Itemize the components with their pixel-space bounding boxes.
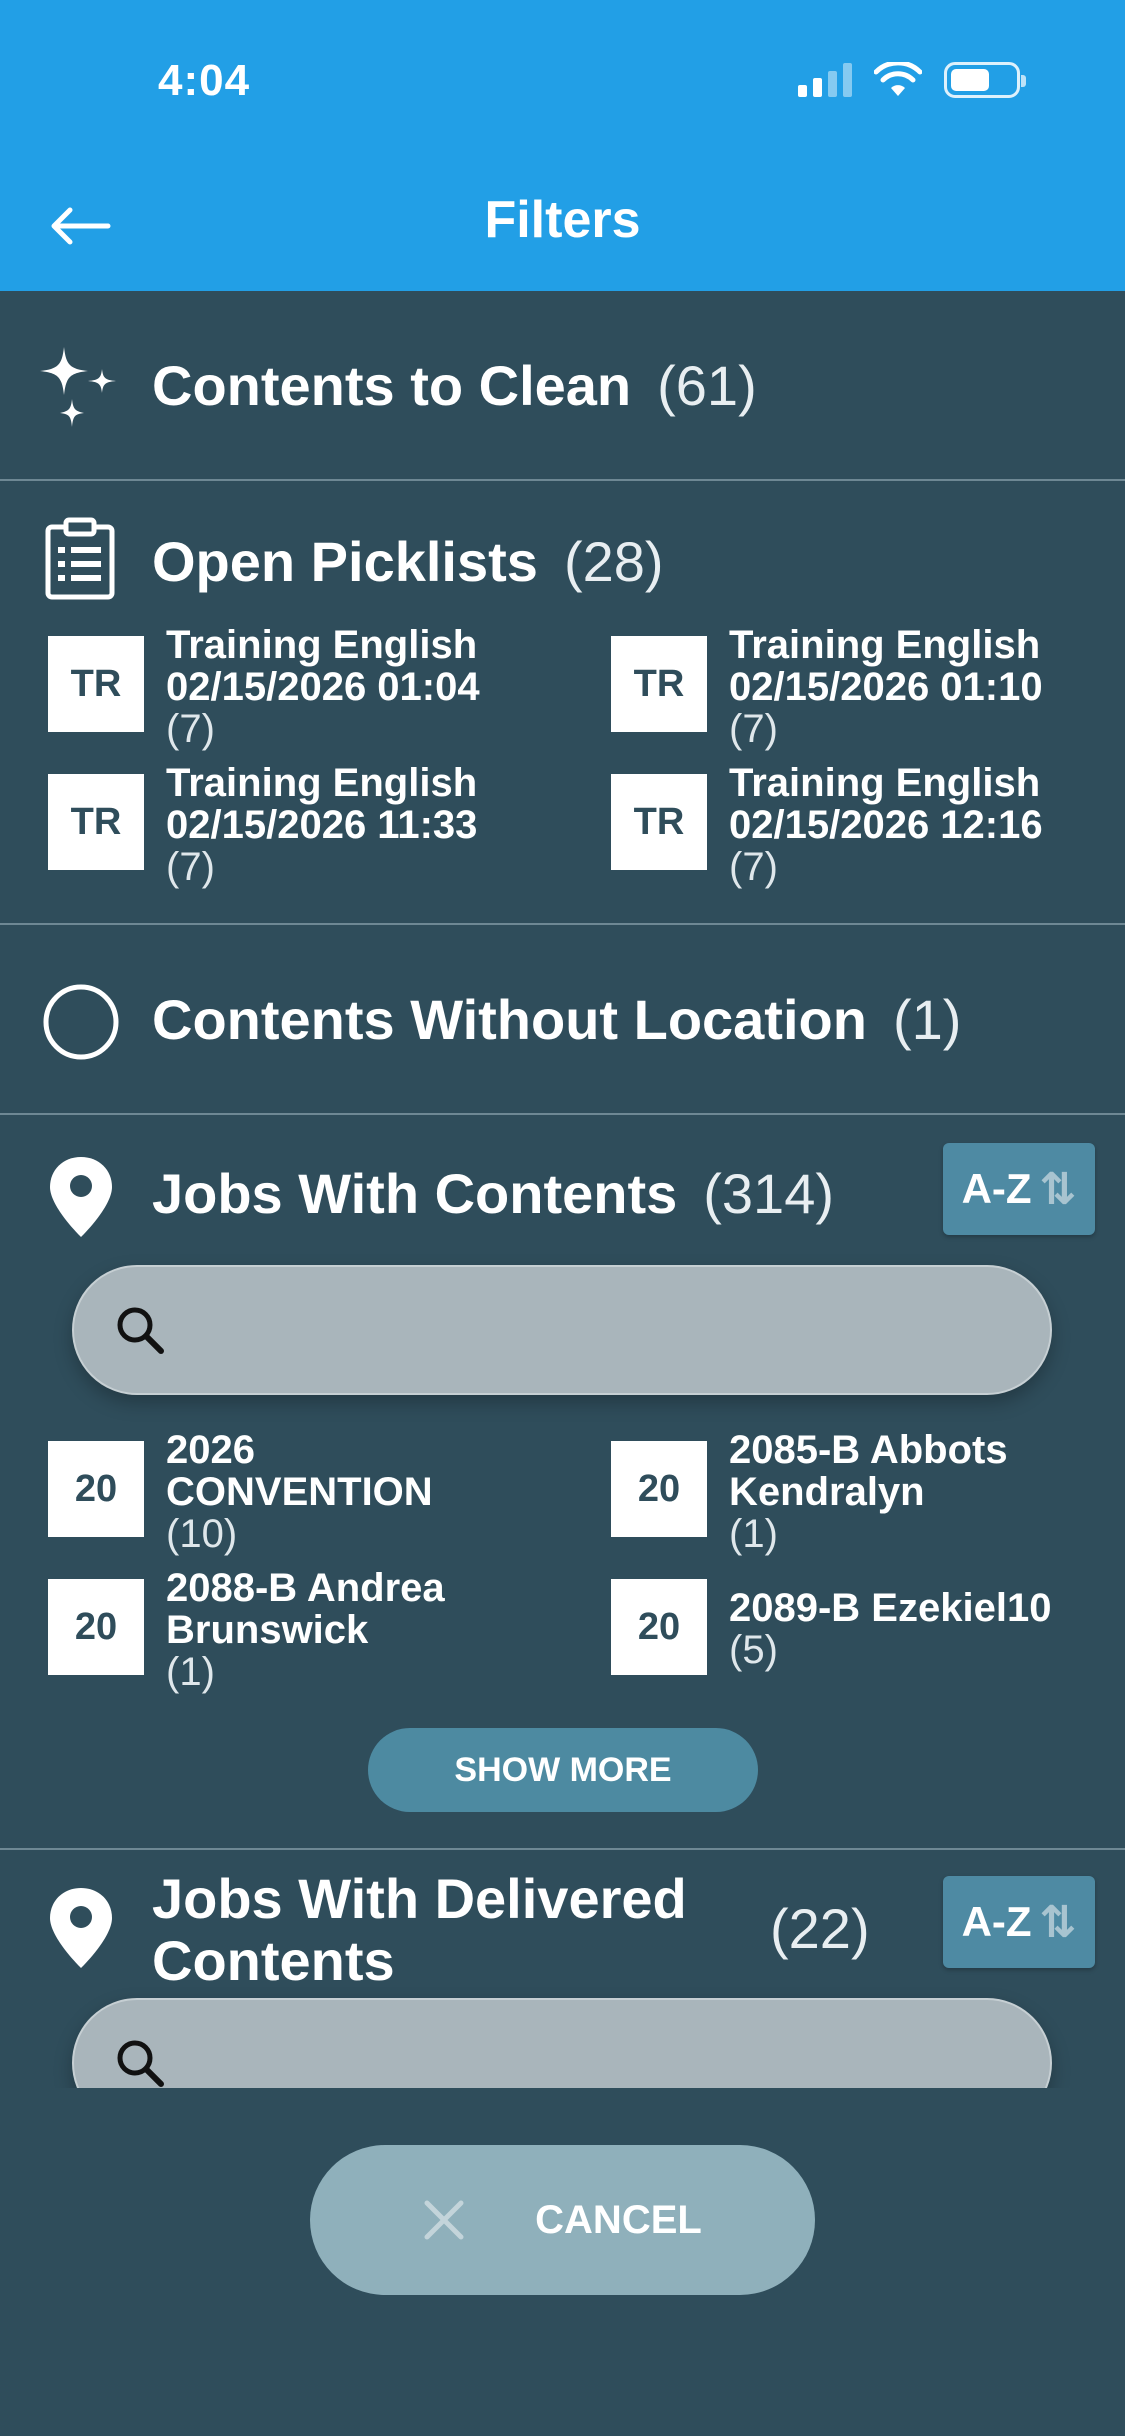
cancel-button[interactable]: CANCEL — [310, 2145, 815, 2295]
page-title: Filters — [484, 191, 641, 249]
wifi-icon — [874, 62, 922, 96]
job-count: (5) — [729, 1628, 778, 1672]
delivered-search-input[interactable] — [186, 2033, 1050, 2088]
top-bar: 4:04 Filters — [0, 0, 1125, 291]
job-badge: 20 — [611, 1579, 707, 1675]
clipboard-icon — [45, 517, 115, 600]
job-name: 2088-B Andrea — [166, 1566, 445, 1610]
job-item[interactable]: 20 2085-B Abbots Kendralyn (1) — [611, 1428, 1125, 1555]
show-more-button[interactable]: SHOW MORE — [368, 1728, 758, 1812]
picklist-name: Training English — [166, 761, 478, 805]
section-jobs-with-delivered-contents: Jobs With Delivered Contents (22) A-Z ⇅ — [0, 1850, 1125, 2088]
picklist-name: Training English — [729, 761, 1041, 805]
section-title-line2: Contents — [152, 1929, 395, 1992]
job-badge: 20 — [48, 1441, 144, 1537]
section-title: Jobs With Delivered — [152, 1867, 687, 1930]
picklist-badge: TR — [611, 774, 707, 870]
job-item[interactable]: 20 2088-B Andrea Brunswick (1) — [48, 1567, 568, 1693]
job-badge: 20 — [611, 1441, 707, 1537]
sort-arrows-icon: ⇅ — [1039, 1164, 1077, 1214]
section-count: (314) — [703, 1162, 834, 1225]
section-contents-to-clean[interactable]: Contents to Clean (61) — [0, 291, 1125, 481]
job-badge: 20 — [48, 1579, 144, 1675]
signal-icon — [798, 63, 852, 97]
circle-icon — [43, 984, 119, 1060]
sort-button[interactable]: A-Z ⇅ — [943, 1876, 1095, 1968]
picklist-badge: TR — [48, 774, 144, 870]
picklist-badge: TR — [611, 636, 707, 732]
battery-icon — [944, 62, 1026, 98]
job-name-line2: CONVENTION — [166, 1470, 433, 1514]
location-pin-icon — [50, 1888, 112, 1968]
sort-button[interactable]: A-Z ⇅ — [943, 1143, 1095, 1235]
job-name-line2: Brunswick — [166, 1608, 369, 1652]
picklist-date: 02/15/2026 12:16 — [729, 803, 1043, 847]
status-time: 4:04 — [158, 56, 251, 105]
search-icon — [117, 2040, 164, 2087]
picklist-date: 02/15/2026 11:33 — [166, 803, 478, 847]
sort-arrows-icon: ⇅ — [1039, 1897, 1077, 1947]
section-title: Contents Without Location — [152, 988, 867, 1051]
sparkles-icon — [40, 347, 116, 427]
delivered-search-bar[interactable] — [72, 1998, 1052, 2088]
jobs-search-input[interactable] — [186, 1300, 1050, 1360]
sort-label: A-Z — [961, 1165, 1032, 1212]
job-count: (10) — [166, 1512, 238, 1556]
section-title: Contents to Clean — [152, 354, 632, 417]
picklist-count: (7) — [729, 707, 778, 751]
cancel-label: CANCEL — [535, 2197, 702, 2242]
picklist-count: (7) — [166, 707, 215, 751]
section-title: Open Picklists — [152, 530, 538, 593]
picklist-count: (7) — [166, 845, 215, 889]
picklist-name: Training English — [729, 623, 1041, 667]
section-title: Jobs With Contents — [152, 1162, 678, 1225]
status-icons — [798, 62, 1026, 98]
section-open-picklists: Open Picklists (28) TR Training English … — [0, 481, 1125, 925]
picklist-item[interactable]: TR Training English 02/15/2026 01:10 (7) — [611, 623, 1125, 750]
close-icon — [424, 2200, 464, 2240]
picklist-item[interactable]: TR Training English 02/15/2026 12:16 (7) — [611, 761, 1125, 888]
picklist-date: 02/15/2026 01:04 — [166, 665, 480, 709]
section-count: (61) — [657, 354, 757, 417]
picklist-badge: TR — [48, 636, 144, 732]
job-count: (1) — [729, 1512, 778, 1556]
job-name-line2: Kendralyn — [729, 1470, 925, 1514]
picklist-item[interactable]: TR Training English 02/15/2026 11:33 (7) — [48, 762, 568, 888]
picklist-name: Training English — [166, 623, 478, 667]
search-icon — [117, 1307, 164, 1354]
job-name: 2089-B Ezekiel10 — [729, 1586, 1052, 1630]
job-item[interactable]: 20 2026 CONVENTION (10) — [48, 1429, 568, 1555]
jobs-search-bar[interactable] — [72, 1265, 1052, 1395]
picklist-count: (7) — [729, 845, 778, 889]
job-item[interactable]: 20 2089-B Ezekiel10 (5) — [611, 1567, 1125, 1677]
job-count: (1) — [166, 1650, 215, 1694]
section-contents-without-location[interactable]: Contents Without Location (1) — [0, 925, 1125, 1115]
job-name: 2026 — [166, 1428, 255, 1472]
job-name: 2085-B Abbots — [729, 1428, 1008, 1472]
picklist-item[interactable]: TR Training English 02/15/2026 01:04 (7) — [48, 624, 568, 750]
sort-label: A-Z — [961, 1898, 1032, 1945]
section-count: (1) — [892, 988, 962, 1051]
section-count: (28) — [563, 530, 664, 593]
picklist-date: 02/15/2026 01:10 — [729, 665, 1043, 709]
section-count: (22) — [770, 1897, 870, 1960]
location-pin-icon — [50, 1157, 112, 1237]
